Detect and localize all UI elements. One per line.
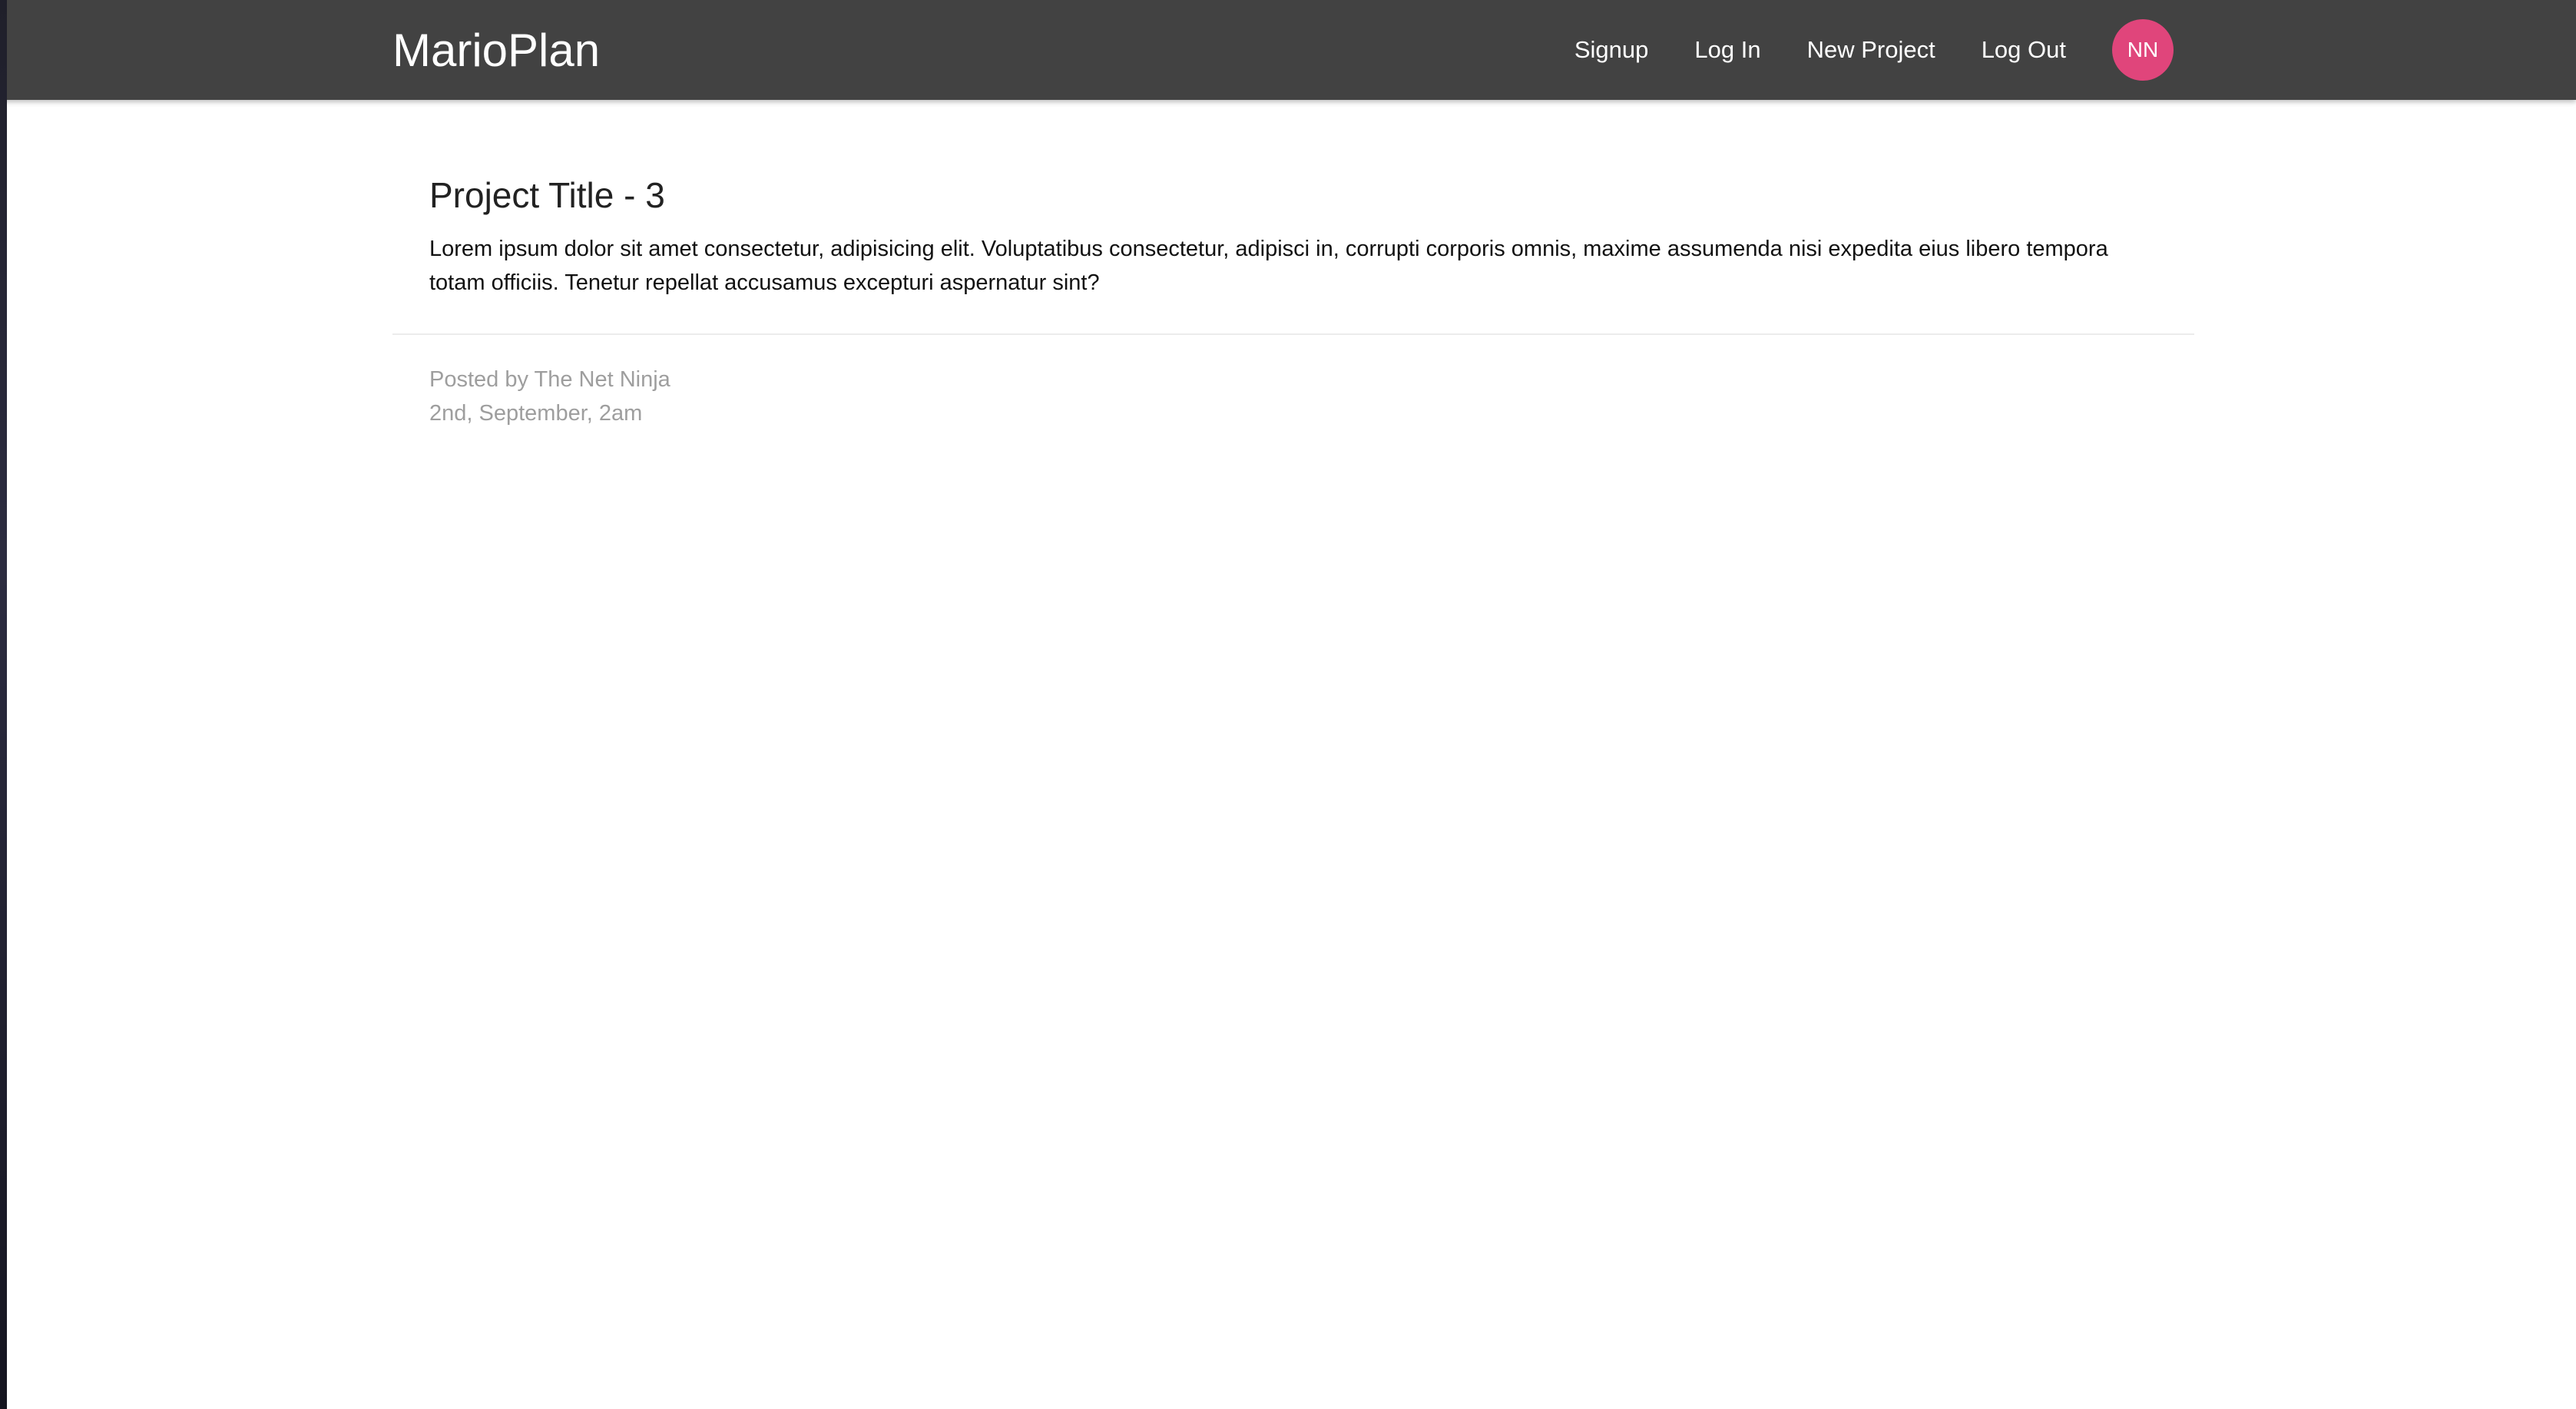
- user-avatar[interactable]: NN: [2112, 19, 2174, 81]
- project-details: Project Title - 3 Lorem ipsum dolor sit …: [392, 100, 2194, 458]
- nav-signup-link[interactable]: Signup: [1574, 36, 1649, 64]
- project-date: 2nd, September, 2am: [429, 401, 643, 426]
- brand-logo-link[interactable]: MarioPlan: [392, 23, 600, 78]
- project-title: Project Title - 3: [429, 175, 665, 215]
- project-card-body: Project Title - 3 Lorem ipsum dolor sit …: [392, 100, 2194, 333]
- nav-logout-link[interactable]: Log Out: [1982, 36, 2066, 64]
- project-card-footer: Posted by The Net Ninja 2nd, September, …: [392, 335, 2194, 458]
- nav-links: Signup Log In New Project Log Out NN: [1574, 0, 2174, 100]
- project-author: Posted by The Net Ninja: [429, 367, 670, 392]
- nav-login-link[interactable]: Log In: [1694, 36, 1760, 64]
- nav-new-project-link[interactable]: New Project: [1807, 36, 1935, 64]
- navbar: MarioPlan Signup Log In New Project Log …: [0, 0, 2576, 100]
- project-content: Lorem ipsum dolor sit amet consectetur, …: [429, 237, 2108, 295]
- window-edge: [0, 0, 7, 1409]
- page: MarioPlan Signup Log In New Project Log …: [0, 0, 2576, 1409]
